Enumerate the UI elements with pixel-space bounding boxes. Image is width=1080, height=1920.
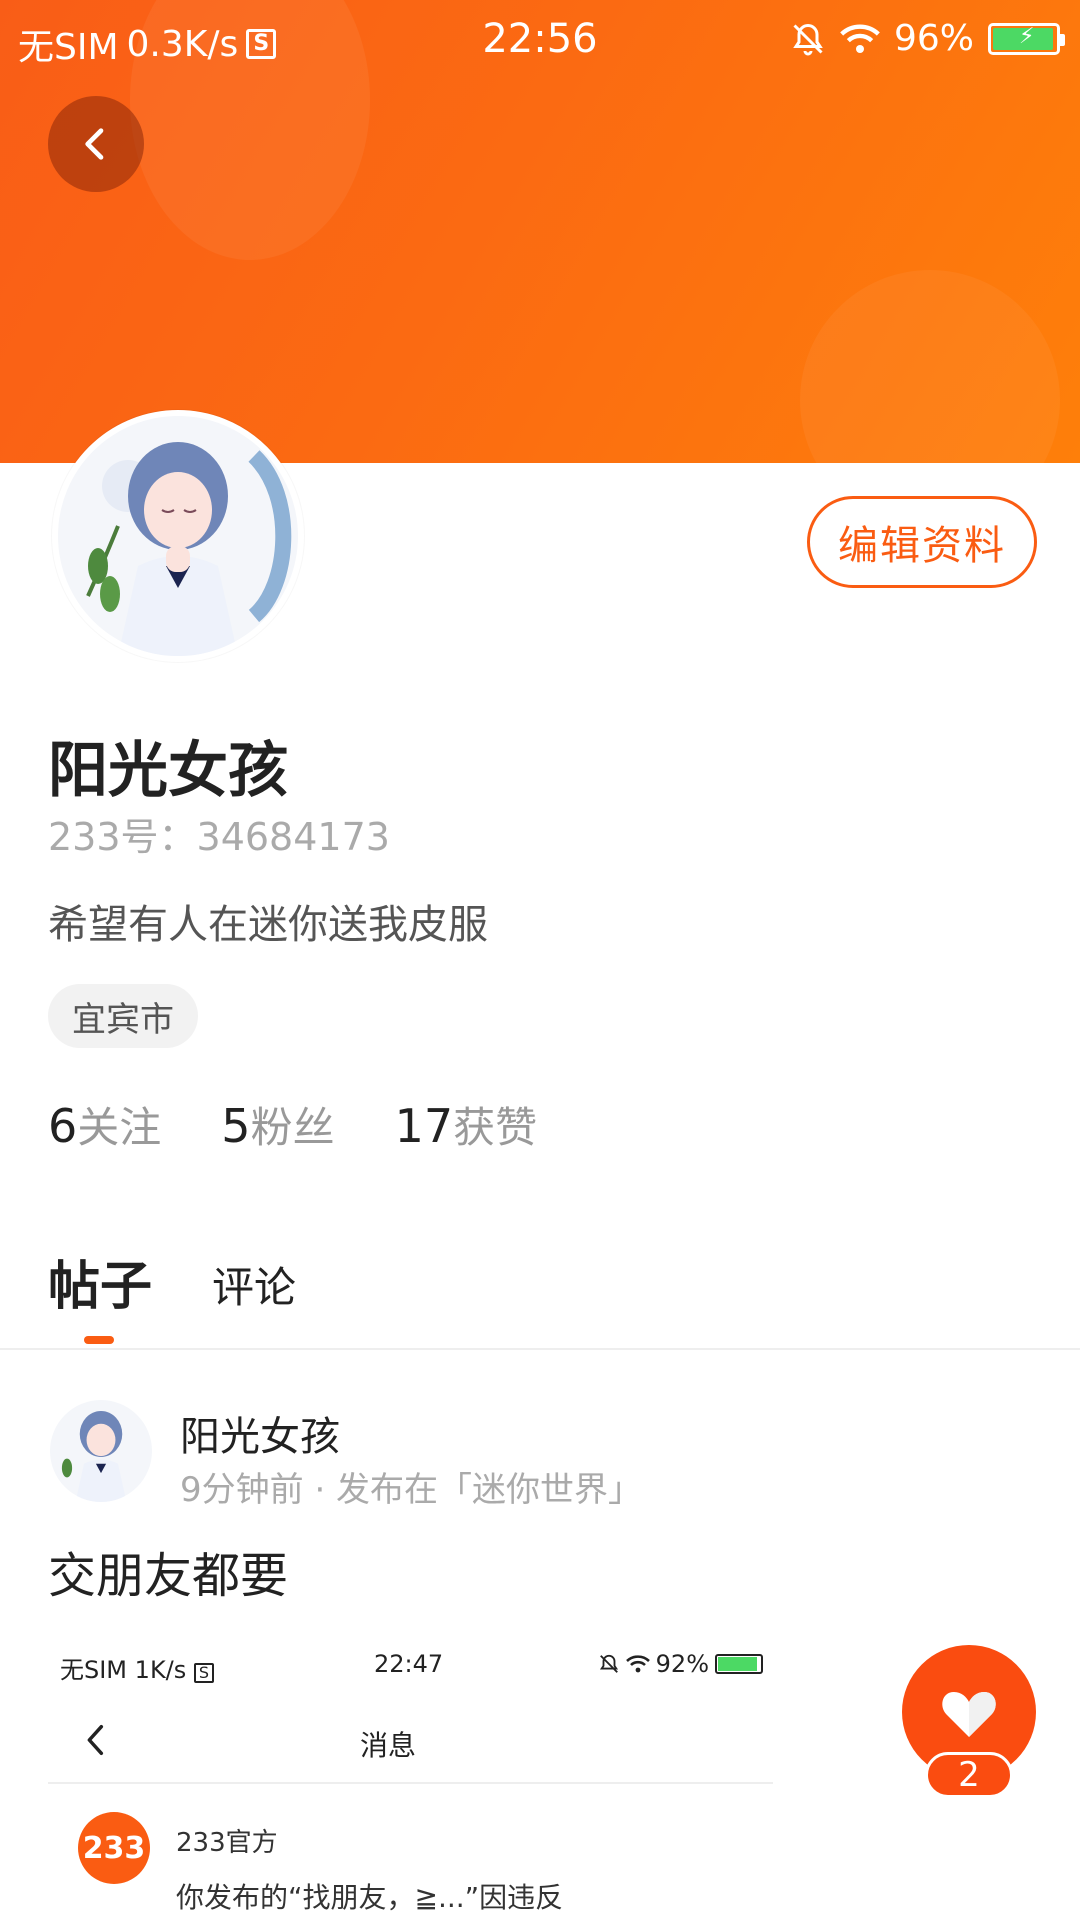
mute-bell-icon — [599, 1654, 618, 1673]
fans-stat[interactable]: 5粉丝 — [221, 1094, 334, 1155]
chevron-left-icon — [85, 128, 104, 160]
mute-bell-icon — [793, 23, 823, 55]
battery-percent: 96% — [893, 18, 974, 59]
tab-divider — [0, 1348, 1080, 1350]
post-author-avatar[interactable] — [50, 1400, 152, 1502]
screenshot-divider — [48, 1782, 773, 1784]
likes-count: 17 — [394, 1099, 454, 1153]
battery-icon: ⚡ — [988, 22, 1065, 55]
wifi-icon — [625, 1655, 650, 1673]
following-label: 关注 — [77, 1103, 162, 1152]
screenshot-sender-name: 233官方 — [176, 1828, 278, 1858]
profile-stats: 6关注 5粉丝 17获赞 — [48, 1094, 537, 1155]
fans-label: 粉丝 — [250, 1103, 335, 1152]
profile-bio: 希望有人在迷你送我皮服 — [48, 902, 488, 948]
back-button[interactable] — [48, 96, 144, 192]
likes-label: 获赞 — [453, 1103, 538, 1152]
status-bar: 无SIM 0.3K/s S 22:56 96% ⚡ — [0, 0, 1080, 76]
screenshot-nav-title: 消息 — [359, 1729, 416, 1762]
battery-icon — [715, 1654, 763, 1674]
screenshot-battery-percent: 92% — [655, 1650, 709, 1678]
screenshot-time: 22:47 — [374, 1650, 444, 1678]
tab-posts[interactable]: 帖子 — [48, 1244, 152, 1319]
post-author-name[interactable]: 阳光女孩 — [180, 1404, 340, 1462]
screenshot-status-right: 92% — [598, 1650, 763, 1678]
tab-comments[interactable]: 评论 — [212, 1254, 296, 1315]
screenshot-status-bar: 无SIM 1K/s S 22:47 92% — [48, 1650, 773, 1690]
profile-uid: 233号：34684173 — [48, 815, 390, 859]
following-count: 6 — [48, 1099, 78, 1153]
profile-avatar[interactable] — [52, 410, 304, 662]
profile-name: 阳光女孩 — [48, 736, 288, 806]
sim-icon: S — [193, 1663, 214, 1683]
post-meta: 9分钟前 · 发布在「迷你世界」 — [180, 1470, 643, 1510]
official-logo: 233 — [78, 1812, 150, 1884]
edit-profile-button[interactable]: 编辑资料 — [807, 496, 1037, 588]
screenshot-carrier: 无SIM 1K/s S — [60, 1650, 214, 1685]
screenshot-speed: 1K/s — [134, 1656, 187, 1684]
like-count-badge: 2 — [925, 1752, 1013, 1798]
post-title[interactable]: 交朋友都要 — [48, 1536, 288, 1606]
likes-stat: 17获赞 — [395, 1094, 538, 1155]
status-right: 96% ⚡ — [790, 18, 1065, 59]
heart-icon — [942, 1692, 996, 1737]
profile-banner: 无SIM 0.3K/s S 22:56 96% ⚡ — [0, 0, 1080, 463]
banner-decoration — [800, 270, 1060, 463]
following-stat[interactable]: 6关注 — [48, 1094, 161, 1155]
anime-girl-avatar-image — [50, 1400, 152, 1502]
screenshot-carrier-label: 无SIM — [60, 1656, 128, 1684]
screenshot-message: 你发布的“找朋友，≧...”因违反 — [176, 1881, 564, 1914]
screenshot-nav: 消息 — [48, 1712, 773, 1772]
fans-count: 5 — [221, 1099, 251, 1153]
anime-girl-avatar-image — [58, 416, 298, 656]
post-image[interactable]: 无SIM 1K/s S 22:47 92% 消息 233 233官方 你发布的“… — [48, 1630, 773, 1920]
location-tag: 宜宾市 — [48, 984, 198, 1048]
tab-indicator — [84, 1336, 114, 1344]
wifi-icon — [840, 24, 880, 53]
